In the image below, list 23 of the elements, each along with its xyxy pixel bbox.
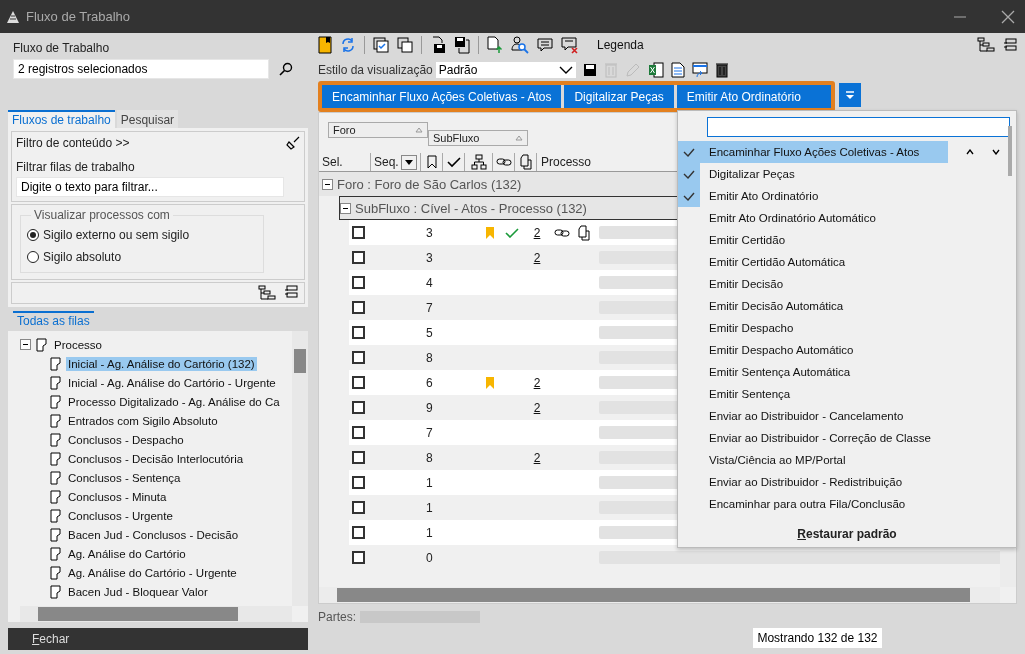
sequence-cell: 8 [426, 450, 433, 465]
view-style-label: Estilo da visualização [318, 63, 433, 77]
sequence-cell: 1 [426, 500, 433, 515]
sequence-cell: 6 [426, 375, 433, 390]
sequence-cell: 3 [426, 225, 433, 240]
sequence-cell: 8 [426, 350, 433, 365]
sequence-cell: 1 [426, 525, 433, 540]
group-row-label: Foro : Foro de São Carlos (132) [337, 176, 522, 192]
parts-label: Partes: [318, 610, 356, 624]
sequence-cell: 0 [426, 550, 433, 565]
sequence-cell: 3 [426, 250, 433, 265]
sequence-cell: 5 [426, 325, 433, 340]
filter-label: Filtrar filas de trabalho [16, 160, 136, 174]
sequence-cell: 4 [426, 275, 433, 290]
sequence-cell: 7 [426, 425, 433, 440]
sequence-cell: 1 [426, 475, 433, 490]
group-legend: Visualizar processos com [31, 208, 173, 222]
window-title: Fluxo de Trabalho [26, 9, 131, 24]
sequence-cell: 9 [426, 400, 433, 415]
subgroup-row-label: SubFluxo : Cível - Atos - Processo (132) [355, 200, 587, 216]
sequence-cell: 7 [426, 300, 433, 315]
field-label: Fluxo de Trabalho [13, 41, 111, 55]
record-count-status: Mostrando 132 de 132 [753, 628, 882, 648]
